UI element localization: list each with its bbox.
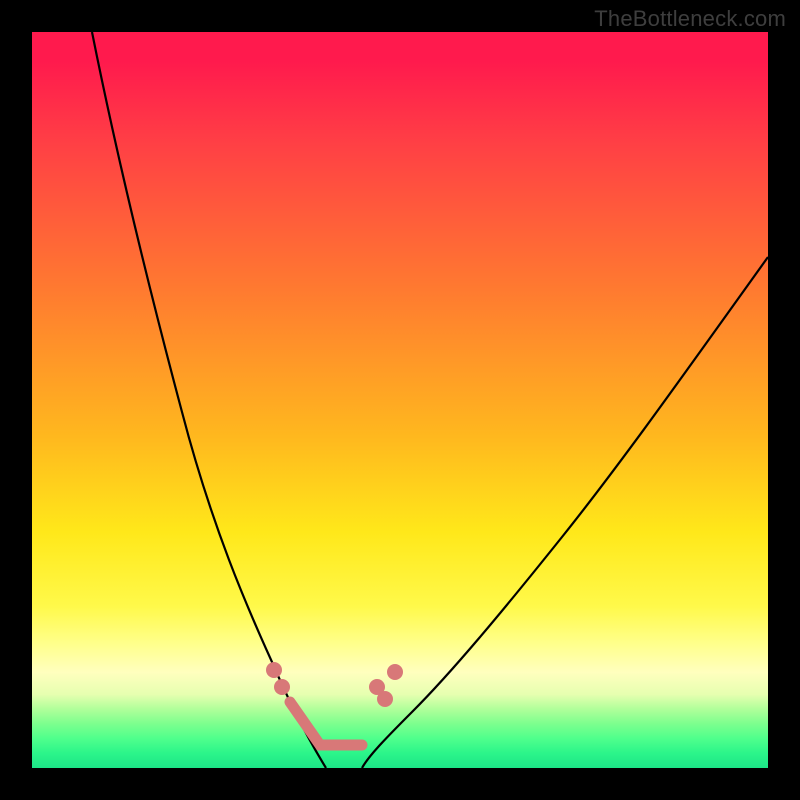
plot-area bbox=[32, 32, 768, 768]
bead-right-c bbox=[387, 664, 403, 680]
watermark-text: TheBottleneck.com bbox=[594, 6, 786, 32]
bead-cluster bbox=[266, 662, 403, 745]
bead-segment bbox=[290, 702, 362, 745]
curves-layer bbox=[32, 32, 768, 768]
bead-left-upper bbox=[266, 662, 282, 678]
left-curve bbox=[92, 32, 326, 768]
right-curve bbox=[362, 257, 768, 768]
bead-left-lower bbox=[274, 679, 290, 695]
bead-right-b bbox=[377, 691, 393, 707]
chart-frame: TheBottleneck.com bbox=[0, 0, 800, 800]
